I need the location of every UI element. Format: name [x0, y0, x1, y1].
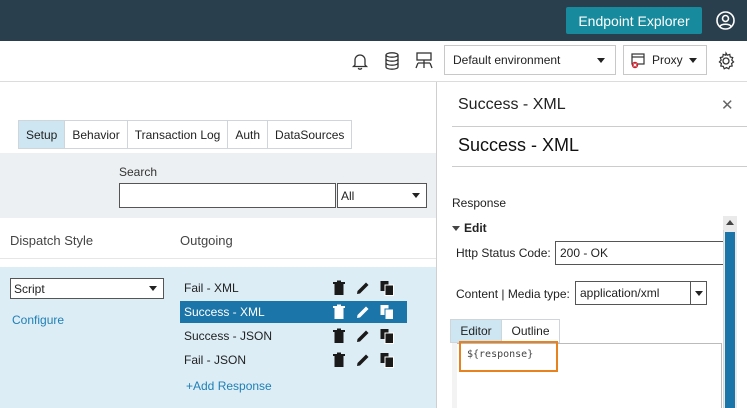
search-input[interactable] — [119, 183, 336, 208]
copy-icon[interactable] — [379, 280, 395, 296]
network-icon[interactable] — [414, 51, 434, 71]
response-row[interactable]: Fail - XML — [180, 277, 407, 299]
copy-icon[interactable] — [379, 328, 395, 344]
highlight-callout — [459, 341, 558, 372]
response-row[interactable]: Fail - JSON — [180, 349, 407, 371]
trash-icon[interactable] — [331, 304, 347, 320]
response-row-selected[interactable]: Success - XML — [180, 301, 407, 323]
chevron-up-icon — [726, 220, 734, 225]
tab-datasources[interactable]: DataSources — [268, 121, 351, 148]
http-status-select[interactable]: 200 - OK — [555, 241, 735, 265]
pencil-icon[interactable] — [355, 352, 371, 368]
environment-select[interactable]: Default environment — [444, 45, 616, 75]
trash-icon[interactable] — [331, 352, 347, 368]
dispatch-style-value: Script — [14, 281, 45, 296]
configure-link[interactable]: Configure — [12, 313, 64, 327]
divider — [0, 258, 436, 259]
response-row[interactable]: Success - JSON — [180, 325, 407, 347]
http-status-label: Http Status Code: — [456, 246, 551, 260]
tab-editor[interactable]: Editor — [450, 319, 502, 343]
chevron-down-icon — [695, 291, 703, 296]
media-type-select[interactable]: application/xml — [575, 281, 691, 305]
response-heading: Success - XML — [458, 135, 580, 155]
response-section-label: Response — [452, 196, 507, 210]
pencil-icon[interactable] — [355, 304, 371, 320]
gear-icon[interactable] — [716, 51, 736, 71]
endpoint-explorer-button[interactable]: Endpoint Explorer — [566, 7, 702, 34]
setup-tabs: Setup Behavior Transaction Log Auth Data… — [18, 120, 353, 149]
proxy-label: Proxy — [652, 53, 683, 67]
panel-title: Success - XML — [458, 96, 566, 113]
response-label: Success - XML — [184, 305, 265, 319]
close-icon[interactable]: ✕ — [721, 96, 734, 114]
pencil-icon[interactable] — [355, 328, 371, 344]
response-label: Fail - XML — [184, 281, 239, 295]
user-circle-icon[interactable] — [715, 10, 736, 31]
pencil-icon[interactable] — [355, 280, 371, 296]
response-label: Success - JSON — [184, 329, 273, 343]
chevron-down-icon — [412, 193, 420, 198]
search-label: Search — [119, 165, 158, 179]
outgoing-header: Outgoing — [180, 233, 233, 248]
proxy-button[interactable]: Proxy — [623, 45, 707, 75]
divider — [452, 166, 747, 167]
bell-icon[interactable] — [350, 51, 370, 71]
filter-select[interactable]: All — [337, 183, 427, 208]
scroll-up-button[interactable] — [723, 216, 737, 230]
caret-down-icon — [452, 226, 460, 232]
add-response-link[interactable]: +Add Response — [186, 379, 272, 393]
editor-gutter — [452, 343, 457, 408]
copy-icon[interactable] — [379, 352, 395, 368]
dispatch-style-select[interactable]: Script — [10, 278, 164, 299]
copy-icon[interactable] — [379, 304, 395, 320]
trash-icon[interactable] — [331, 280, 347, 296]
tab-setup[interactable]: Setup — [19, 121, 66, 148]
media-type-dropdown-button[interactable] — [691, 281, 707, 305]
chevron-down-icon — [597, 58, 605, 63]
database-icon[interactable] — [382, 51, 402, 71]
edit-label: Edit — [464, 221, 487, 235]
dispatch-style-header: Dispatch Style — [10, 233, 94, 248]
filter-value: All — [341, 188, 355, 203]
edit-section-toggle[interactable]: Edit — [452, 221, 487, 235]
chevron-down-icon — [149, 286, 157, 291]
tab-transaction-log[interactable]: Transaction Log — [128, 121, 229, 148]
tab-behavior[interactable]: Behavior — [65, 121, 128, 148]
trash-icon[interactable] — [331, 328, 347, 344]
divider — [452, 126, 747, 127]
content-media-type-label: Content | Media type: — [456, 287, 570, 301]
environment-value: Default environment — [453, 53, 561, 67]
chevron-down-icon — [689, 58, 697, 63]
proxy-icon — [630, 51, 648, 69]
tab-outline[interactable]: Outline — [502, 319, 560, 343]
response-label: Fail - JSON — [184, 353, 247, 367]
tab-auth[interactable]: Auth — [228, 121, 269, 148]
scrollbar-thumb[interactable] — [725, 232, 735, 408]
